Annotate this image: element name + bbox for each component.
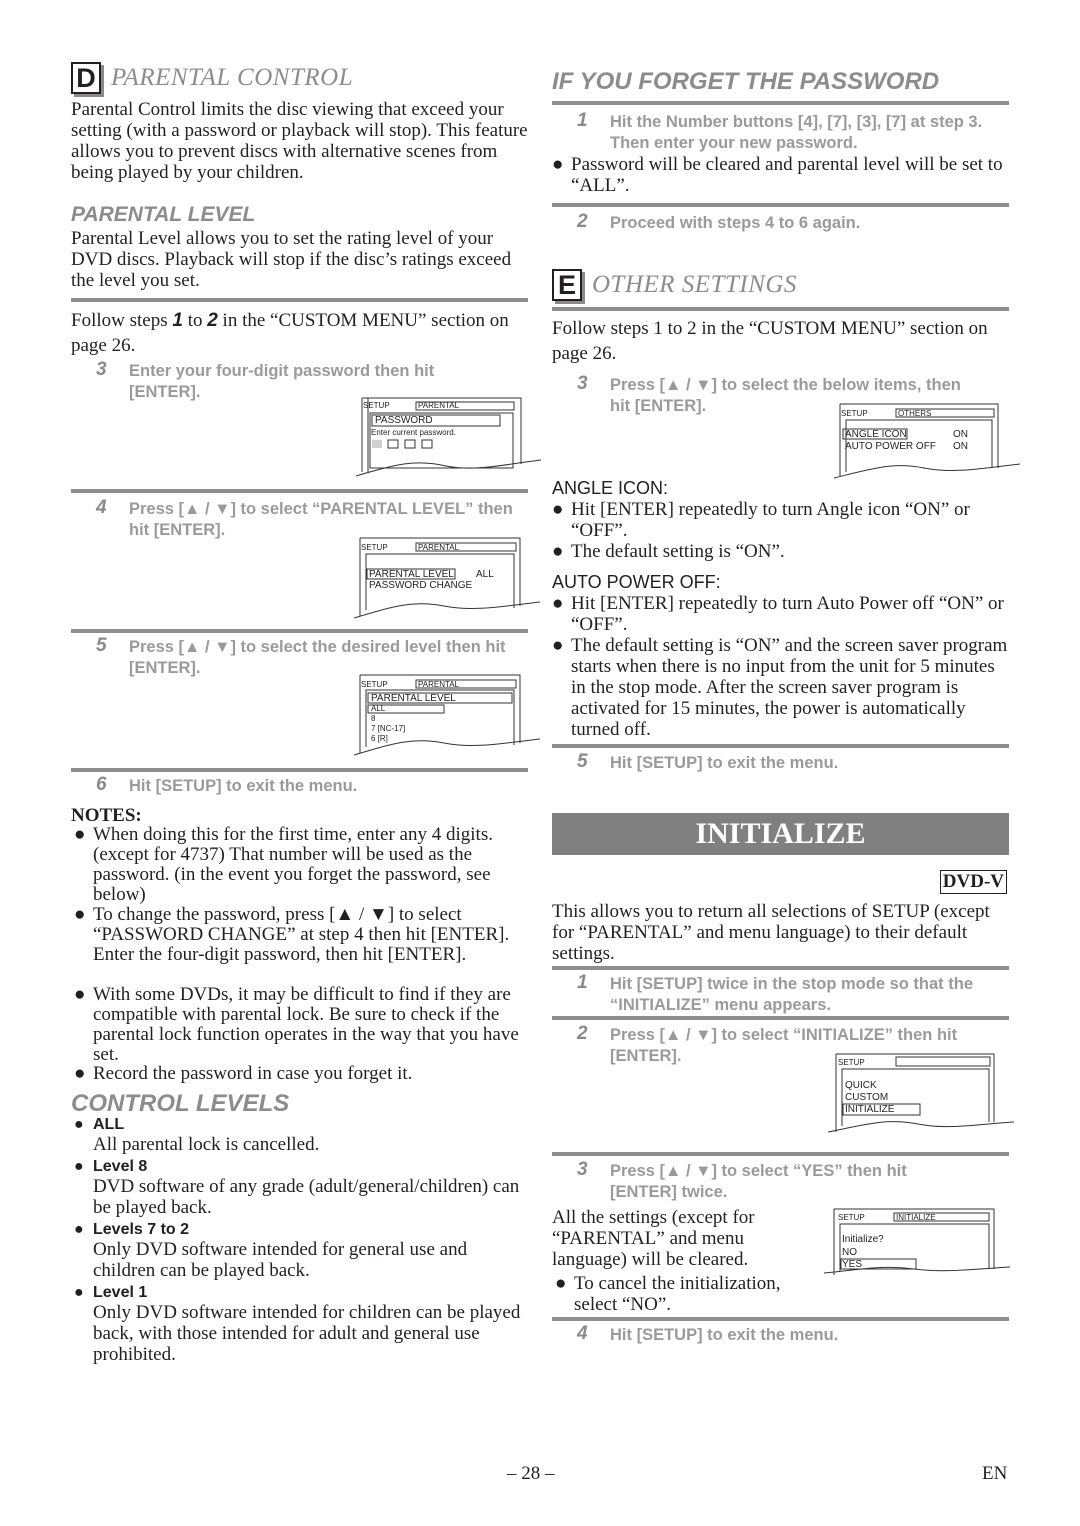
follow-steps-text: Follow steps 1 to 2 in the “CUSTOM MENU”… — [71, 310, 509, 356]
divider — [552, 1152, 1009, 1156]
osd-setup-label: SETUP — [361, 680, 388, 689]
osd-menu-option: INITIALIZE — [845, 1104, 895, 1115]
osd-parental-menu-screen: SETUP PARENTAL PARENTAL LEVEL ALL PASSWO… — [354, 536, 541, 622]
initialize-heading-bar: INITIALIZE — [552, 813, 1009, 855]
osd-tab-label: PARENTAL — [418, 680, 460, 689]
control-level-item: ● Level 1 Only DVD software intended for… — [74, 1284, 528, 1365]
initialize-cleared-text: All the settings (except for “PARENTAL” … — [552, 1207, 755, 1270]
other-settings-heading: E OTHER SETTINGS — [552, 269, 797, 301]
osd-setup-label: SETUP — [361, 543, 388, 552]
note-item: ● With some DVDs, it may be difficult to … — [74, 984, 519, 1065]
control-level-name: ALL — [93, 1116, 125, 1133]
osd-menu-option: QUICK — [845, 1080, 877, 1091]
osd-setup-label: SETUP — [838, 1213, 865, 1222]
angle-bullet: ● The default setting is “ON”. — [552, 541, 785, 562]
parental-control-heading: D PARENTAL CONTROL — [71, 62, 353, 94]
other-follow-steps-text: Follow steps 1 to 2 in the “CUSTOM MENU”… — [552, 318, 988, 364]
password-digit-4 — [421, 439, 433, 449]
password-digit-3 — [404, 439, 416, 449]
divider — [71, 768, 528, 772]
osd-tab-label: PARENTAL — [418, 401, 460, 410]
osd-level-option: ALL — [371, 704, 386, 713]
password-digit-2 — [387, 439, 399, 449]
osd-others-screen: SETUP OTHERS ANGLE ICON ON AUTO POWER OF… — [834, 402, 1021, 480]
dvd-v-badge: DVD-V — [939, 870, 1007, 894]
divider — [552, 966, 1009, 970]
forget-password-heading: IF YOU FORGET THE PASSWORD — [552, 68, 940, 95]
password-digit-1 — [372, 440, 382, 448]
osd-password-title: PASSWORD — [375, 415, 433, 426]
auto-power-off-heading: AUTO POWER OFF: — [552, 572, 721, 592]
section-letter-badge: D — [71, 62, 101, 94]
control-level-item: ● Level 8 DVD software of any grade (adu… — [74, 1158, 528, 1218]
note-item: ● When doing this for the first time, ent… — [74, 824, 493, 905]
osd-tab-label: INITIALIZE — [896, 1213, 936, 1222]
osd-tab-label: OTHERS — [898, 409, 932, 418]
initialize-intro: This allows you to return all selections… — [552, 901, 990, 964]
divider — [71, 489, 528, 493]
osd-item-parental-level: PARENTAL LEVEL — [369, 569, 454, 580]
divider — [552, 203, 1009, 207]
osd-confirm-question: Initialize? — [842, 1234, 884, 1245]
osd-level-option: 8 — [371, 714, 376, 723]
osd-item-auto-power-off: AUTO POWER OFF — [845, 441, 936, 452]
divider — [71, 629, 528, 633]
osd-parental-level-screen: SETUP PARENTAL PARENTAL LEVEL ALL 8 7 [N… — [354, 673, 541, 759]
osd-level-option: 6 [R] — [371, 734, 388, 743]
osd-setup-label: SETUP — [363, 401, 390, 410]
osd-item-angle-icon: ANGLE ICON — [845, 429, 907, 440]
angle-bullet: ● Hit [ENTER] repeatedly to turn Angle ic… — [552, 499, 970, 541]
osd-item-auto-power-off-value: ON — [953, 441, 968, 452]
osd-item-angle-icon-value: ON — [953, 429, 968, 440]
divider — [552, 1016, 1009, 1020]
control-levels-heading: CONTROL LEVELS — [71, 1090, 290, 1117]
auto-power-bullet: ● Hit [ENTER] repeatedly to turn Auto Pow… — [552, 593, 1004, 635]
section-title: PARENTAL CONTROL — [111, 64, 354, 91]
control-level-name: Level 1 — [93, 1284, 148, 1301]
control-level-desc: Only DVD software intended for children … — [93, 1302, 521, 1365]
divider — [552, 307, 1009, 311]
osd-level-option: 7 [NC-17] — [371, 724, 406, 733]
cancel-bullet: ● To cancel the initialization, select “N… — [555, 1273, 781, 1315]
note-item: ● To change the password, press [▲ / ▼] t… — [74, 904, 510, 965]
forget-bullet: ● Password will be cleared and parental l… — [552, 154, 1003, 196]
control-level-desc: Only DVD software intended for general u… — [93, 1239, 468, 1281]
parental-level-heading: PARENTAL LEVEL — [71, 203, 256, 226]
osd-initialize-confirm-screen: SETUP INITIALIZE Initialize? NO YES — [824, 1207, 1011, 1279]
notes-heading: NOTES: — [71, 805, 142, 826]
osd-password-prompt: Enter current password. — [371, 428, 456, 437]
divider — [552, 744, 1009, 748]
osd-setup-label: SETUP — [841, 409, 868, 418]
section-title: OTHER SETTINGS — [592, 271, 797, 298]
divider — [552, 101, 1009, 105]
osd-tab-label: PARENTAL — [418, 543, 460, 552]
osd-menu-option: CUSTOM — [845, 1092, 889, 1103]
osd-confirm-option: YES — [842, 1259, 863, 1270]
osd-initialize-menu-screen: SETUP QUICK CUSTOM INITIALIZE — [828, 1052, 1015, 1134]
divider — [71, 298, 528, 302]
osd-confirm-option: NO — [842, 1247, 857, 1258]
control-level-item: ● ALL All parental lock is cancelled. — [74, 1116, 528, 1155]
control-level-item: ● Levels 7 to 2 Only DVD software intend… — [74, 1221, 528, 1281]
section-letter-badge: E — [552, 269, 582, 301]
parental-control-intro: Parental Control limits the disc viewing… — [71, 99, 528, 183]
control-level-desc: DVD software of any grade (adult/general… — [93, 1176, 520, 1218]
osd-level-title: PARENTAL LEVEL — [371, 693, 456, 704]
control-level-name: Level 8 — [93, 1158, 148, 1175]
parental-level-text: Parental Level allows you to set the rat… — [71, 228, 512, 291]
page-number: – 28 – — [507, 1463, 555, 1484]
control-level-desc: All parental lock is cancelled. — [93, 1134, 320, 1155]
language-code: EN — [982, 1463, 1008, 1484]
control-level-name: Levels 7 to 2 — [93, 1221, 190, 1238]
osd-item-parental-level-value: ALL — [476, 569, 494, 580]
auto-power-bullet: ● The default setting is “ON” and the scr… — [552, 635, 1008, 740]
angle-icon-heading: ANGLE ICON: — [552, 478, 669, 498]
osd-password-screen: SETUP PARENTAL PASSWORD Enter current pa… — [356, 394, 542, 480]
note-item: ● Record the password in case you forget … — [74, 1063, 413, 1084]
osd-item-password-change: PASSWORD CHANGE — [369, 580, 473, 591]
osd-setup-label: SETUP — [838, 1058, 865, 1067]
divider — [552, 1317, 1009, 1321]
